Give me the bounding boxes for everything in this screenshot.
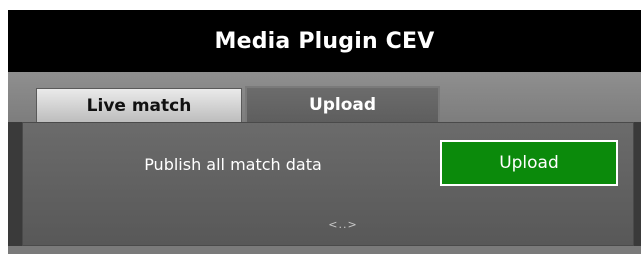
- tab-live-match[interactable]: Live match: [36, 88, 242, 122]
- window-title: Media Plugin CEV: [214, 28, 435, 54]
- pager-indicator[interactable]: <..>: [23, 218, 641, 231]
- plugin-window: Media Plugin CEV Live match Upload Publi…: [8, 10, 641, 254]
- publish-label: Publish all match data: [144, 155, 322, 174]
- frame-bottom-border: [8, 246, 641, 254]
- tab-live-match-label: Live match: [86, 95, 192, 116]
- title-bar: Media Plugin CEV: [8, 10, 641, 72]
- tab-upload-label: Upload: [308, 95, 377, 115]
- tab-strip: Live match Upload: [8, 72, 641, 122]
- upload-button-label: Upload: [499, 153, 559, 173]
- upload-button[interactable]: Upload: [440, 140, 618, 186]
- live-match-panel: Publish all match data Upload <..>: [22, 122, 634, 246]
- tab-upload[interactable]: Upload: [245, 86, 440, 122]
